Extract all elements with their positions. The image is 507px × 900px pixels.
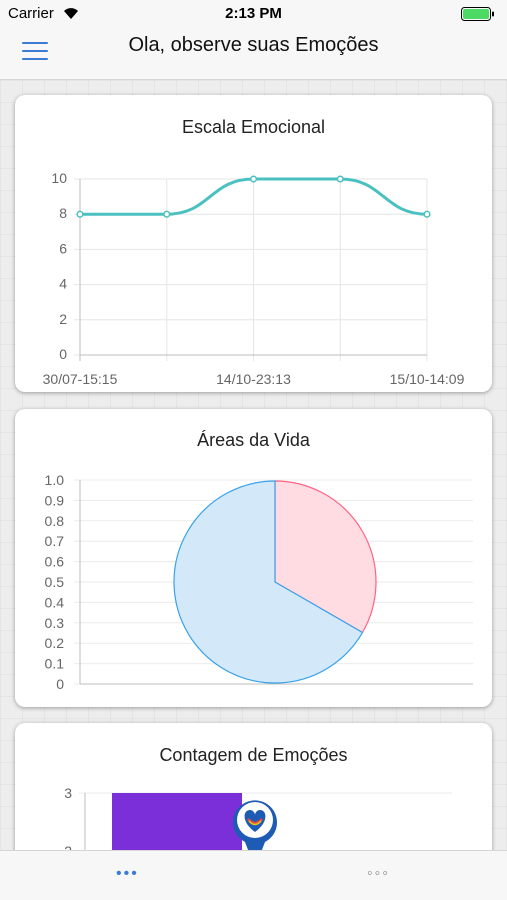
y-tick-label: 10 [51, 170, 67, 186]
card-escala-emocional: Escala Emocional 10 8 6 4 2 0 30/07-15:15 14/10… [15, 95, 492, 392]
data-point [423, 210, 431, 218]
y-tick-label: 0.2 [45, 635, 65, 651]
tab-dots-active[interactable]: ••• [116, 865, 139, 883]
bar [112, 793, 242, 850]
tab-dots-inactive[interactable]: ◦◦◦ [367, 865, 390, 883]
y-tick-label: 0.1 [45, 656, 65, 672]
y-tick-label: 0 [59, 346, 67, 362]
x-tick-label: 15/10-14:09 [390, 371, 465, 387]
y-tick-label: 0.5 [45, 574, 65, 590]
content-area[interactable]: Escala Emocional 10 8 6 4 2 0 30/07-15:15 14/10… [0, 80, 507, 850]
y-tick-label: 1.0 [45, 472, 65, 488]
y-tick-label: 0.9 [45, 492, 65, 508]
status-time: 2:13 PM [225, 5, 282, 22]
y-tick-label: 6 [59, 240, 67, 256]
card-areas-da-vida: Áreas da Vida 1.0 0.9 0.8 0.7 0.6 0.5 0.4 0.3 0.… [15, 409, 492, 707]
data-point [76, 210, 84, 218]
line-chart-grid [74, 178, 428, 361]
page-title: Ola, observe suas Emoções [128, 34, 379, 56]
y-tick-label: 0 [56, 676, 64, 692]
status-bar: Carrier 2:13 PM [0, 0, 507, 28]
x-tick-label: 14/10-23:13 [216, 371, 291, 387]
y-tick-label: 0.4 [45, 594, 65, 610]
data-point [336, 175, 344, 183]
battery-icon [461, 7, 494, 21]
y-tick-label: 0.8 [45, 513, 65, 529]
y-tick-label: 2 [64, 843, 72, 850]
data-point [249, 175, 258, 183]
nav-bar: Ola, observe suas Emoções [0, 28, 507, 80]
data-point [163, 210, 171, 218]
y-tick-label: 0.7 [45, 533, 65, 549]
y-tick-label: 0.6 [45, 554, 65, 570]
pie-chart: 1.0 0.9 0.8 0.7 0.6 0.5 0.4 0.3 0.2 0.1 0 [45, 472, 473, 692]
tab-bar: ••• ◦◦◦ [0, 850, 507, 900]
y-tick-label: 4 [59, 276, 67, 292]
y-tick-label: 8 [59, 205, 67, 221]
y-tick-label: 0.3 [45, 615, 65, 631]
y-tick-label: 2 [59, 311, 67, 327]
line-chart: 10 8 6 4 2 0 30/07-15:15 14/10-23:13 15/10-14:09 [43, 170, 465, 387]
y-tick-label: 3 [64, 785, 72, 801]
x-tick-label: 30/07-15:15 [43, 371, 118, 387]
